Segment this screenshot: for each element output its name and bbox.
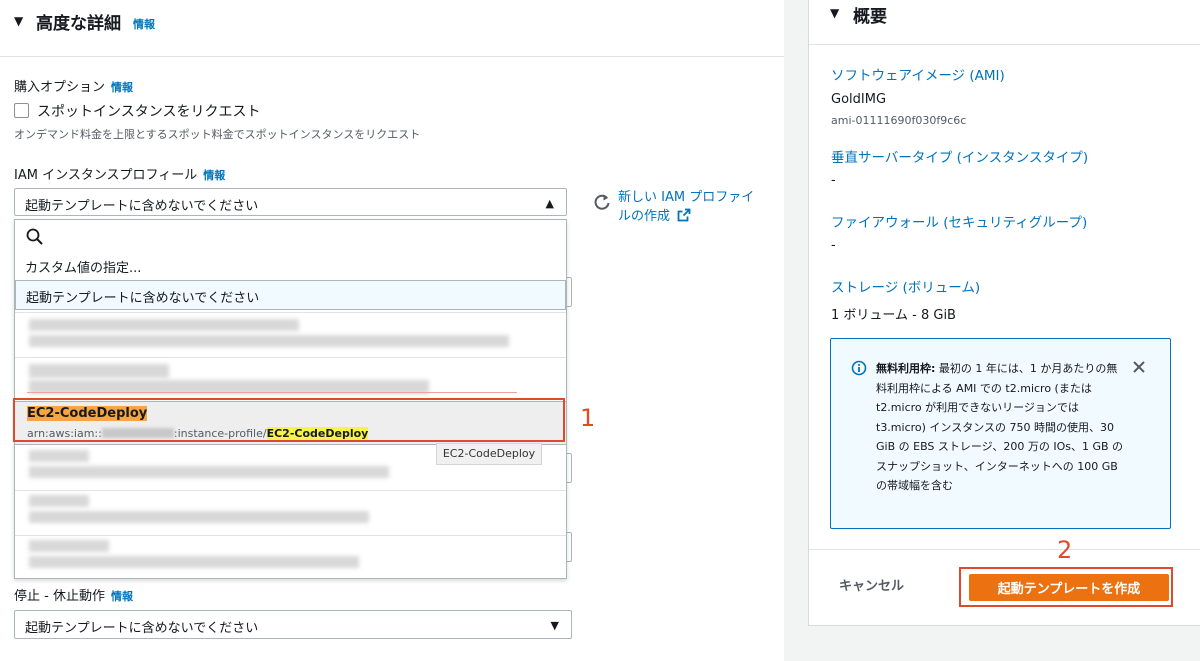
refresh-icon[interactable] — [593, 193, 611, 211]
iam-profile-value: 起動テンプレートに含めないでください — [25, 199, 259, 214]
advanced-details-panel: ▼ 高度な詳細 情報 購入オプション 情報 スポットインスタンスをリクエスト オン… — [0, 0, 784, 661]
free-tier-bold: 無料利用枠: — [876, 362, 936, 375]
close-icon[interactable] — [1131, 359, 1147, 375]
external-link-icon — [677, 208, 691, 222]
option-not-included-label: 起動テンプレートに含めないでください — [26, 291, 260, 306]
new-iam-profile-link[interactable]: 新しい IAM プロファイ ルの作成 — [618, 188, 778, 226]
new-profile-line2: ルの作成 — [618, 209, 671, 224]
advanced-info-link[interactable]: 情報 — [133, 16, 155, 32]
option-not-included[interactable]: 起動テンプレートに含めないでください — [15, 280, 566, 310]
list-item[interactable] — [15, 491, 566, 535]
collapse-triangle-icon[interactable]: ▼ — [14, 14, 23, 28]
purchase-option-text: 購入オプション — [14, 80, 106, 95]
summary-header[interactable]: ▼ 概要 — [809, 0, 1200, 45]
info-circle-icon — [851, 360, 867, 376]
cancel-button[interactable]: キャンセル — [839, 575, 904, 594]
spot-checkbox-label[interactable]: スポットインスタンスをリクエスト — [37, 101, 260, 121]
annotation-number-2: 2 — [1057, 536, 1073, 564]
storage-link[interactable]: ストレージ (ボリューム) — [831, 276, 980, 296]
caret-up-icon: ▲ — [545, 197, 554, 210]
stop-behavior-select[interactable]: 起動テンプレートに含めないでください ▼ — [14, 610, 572, 639]
list-item[interactable] — [15, 536, 566, 578]
new-profile-line1: 新しい IAM プロファイ — [618, 190, 755, 205]
annotation-box-1 — [13, 398, 565, 442]
storage-value: 1 ボリューム - 8 GiB — [831, 308, 956, 323]
free-tier-alert: 無料利用枠: 最初の 1 年には、1 か月あたりの無料利用枠による AMI での… — [830, 338, 1171, 529]
instance-type-link[interactable]: 垂直サーバータイプ (インスタンスタイプ) — [831, 146, 1088, 166]
annotation-number-1: 1 — [580, 404, 596, 432]
instance-type-value: - — [831, 173, 836, 188]
search-icon[interactable] — [25, 227, 45, 247]
iam-profile-text: IAM インスタンスプロフィール — [14, 168, 198, 183]
spot-checkbox[interactable] — [14, 103, 29, 118]
firewall-value: - — [831, 238, 836, 253]
iam-info-link[interactable]: 情報 — [203, 169, 225, 182]
free-tier-body: 最初の 1 年には、1 か月あたりの無料利用枠による AMI での t2.mic… — [876, 362, 1124, 492]
iam-profile-label: IAM インスタンスプロフィール 情報 — [14, 164, 225, 183]
divider — [809, 549, 1200, 550]
spot-description: オンデマンド料金を上限とするスポット料金でスポットインスタンスをリクエスト — [14, 128, 421, 141]
purchase-info-link[interactable]: 情報 — [111, 81, 133, 94]
list-item[interactable] — [15, 358, 566, 400]
annotation-box-2 — [959, 567, 1173, 607]
list-item[interactable] — [15, 313, 566, 357]
purchase-option-label: 購入オプション 情報 — [14, 76, 133, 95]
advanced-details-title: 高度な詳細 — [36, 14, 121, 34]
firewall-link[interactable]: ファイアウォール (セキュリティグループ) — [831, 211, 1087, 231]
collapse-triangle-icon[interactable]: ▼ — [830, 6, 839, 20]
ami-id: ami-01111690f030f9c6c — [831, 114, 967, 127]
ami-name: GoldIMG — [831, 92, 887, 107]
ami-link[interactable]: ソフトウェアイメージ (AMI) — [831, 64, 1005, 84]
divider — [27, 392, 517, 393]
summary-title: 概要 — [853, 7, 887, 27]
iam-profile-select[interactable]: 起動テンプレートに含めないでください ▲ — [14, 188, 567, 216]
custom-value-option[interactable]: カスタム値の指定... — [25, 257, 141, 276]
stop-info-link[interactable]: 情報 — [111, 590, 133, 603]
stop-behavior-value: 起動テンプレートに含めないでください — [25, 621, 259, 636]
stop-behavior-label: 停止 - 休止動作 情報 — [14, 585, 133, 604]
tooltip: EC2-CodeDeploy — [436, 443, 542, 465]
stop-behavior-text: 停止 - 休止動作 — [14, 589, 105, 604]
caret-down-icon: ▼ — [550, 619, 559, 632]
free-tier-text: 無料利用枠: 最初の 1 年には、1 か月あたりの無料利用枠による AMI での… — [876, 359, 1126, 496]
advanced-details-header[interactable]: ▼ 高度な詳細 情報 — [0, 0, 784, 57]
summary-panel: ▼ 概要 ソフトウェアイメージ (AMI) GoldIMG ami-011116… — [808, 0, 1200, 626]
